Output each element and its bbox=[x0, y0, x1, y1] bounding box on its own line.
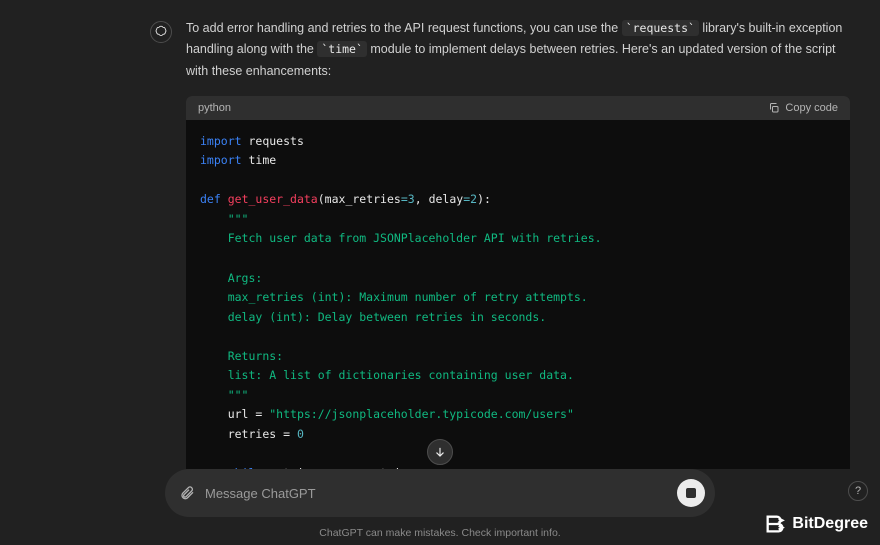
arrow-down-icon bbox=[433, 445, 447, 459]
paperclip-icon bbox=[179, 485, 195, 501]
copy-code-button[interactable]: Copy code bbox=[768, 102, 838, 114]
bitdegree-logo-icon bbox=[764, 513, 786, 535]
assistant-message-text: To add error handling and retries to the… bbox=[186, 18, 850, 82]
inline-code-requests: `requests` bbox=[622, 20, 699, 36]
chat-input-placeholder[interactable]: Message ChatGPT bbox=[205, 486, 667, 501]
stop-button[interactable] bbox=[677, 479, 705, 507]
code-block: python Copy code import requests import … bbox=[186, 96, 850, 469]
openai-icon bbox=[154, 25, 168, 39]
scroll-down-button[interactable] bbox=[427, 439, 453, 465]
stop-icon bbox=[686, 488, 696, 498]
inline-code-time: `time` bbox=[317, 41, 367, 57]
brand-badge: BitDegree bbox=[764, 513, 868, 535]
help-button[interactable]: ? bbox=[848, 481, 868, 501]
code-content[interactable]: import requests import time def get_user… bbox=[186, 120, 850, 469]
attach-button[interactable] bbox=[179, 485, 195, 501]
assistant-avatar bbox=[150, 21, 172, 43]
code-block-header: python Copy code bbox=[186, 96, 850, 120]
code-language-label: python bbox=[198, 102, 231, 114]
footer-disclaimer: ChatGPT can make mistakes. Check importa… bbox=[0, 527, 880, 545]
copy-icon bbox=[768, 102, 780, 114]
chat-input-bar[interactable]: Message ChatGPT bbox=[165, 469, 715, 517]
